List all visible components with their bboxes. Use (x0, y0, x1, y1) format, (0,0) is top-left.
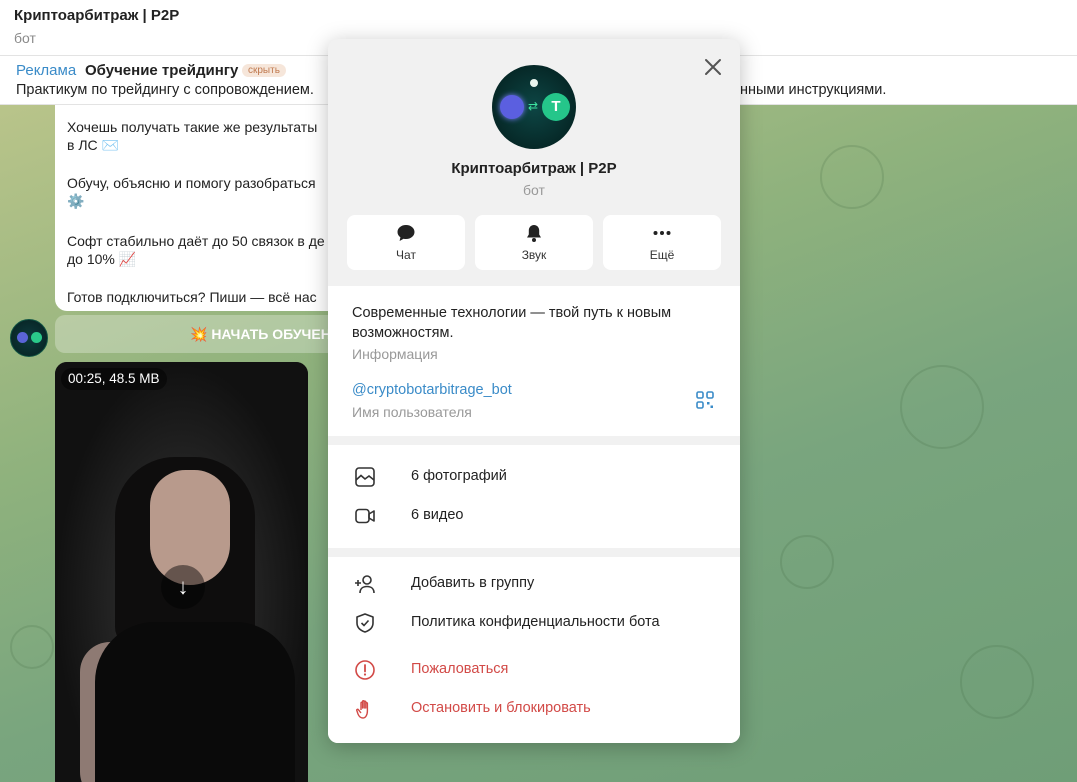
chat-subtitle: бот (14, 30, 36, 46)
bell-icon (527, 225, 541, 242)
background-doodle (900, 365, 984, 449)
close-icon[interactable] (702, 56, 724, 78)
sender-avatar[interactable] (10, 319, 48, 357)
ad-text: Практикум по трейдингу с сопровождением. (16, 82, 314, 98)
about-text: Современные технологии — твой путь к нов… (352, 305, 672, 341)
usdt-coin-icon (31, 332, 42, 343)
message-line: ⚙️ (67, 193, 85, 209)
background-doodle (10, 625, 54, 669)
background-doodle (960, 645, 1034, 719)
photos-row[interactable]: 6 фотографий (328, 459, 740, 495)
message-line: до 10% 📈 (67, 251, 137, 267)
add-to-group-row[interactable]: Добавить в группу (328, 566, 740, 602)
report-row[interactable]: Пожаловаться (328, 652, 740, 688)
about-caption: Информация (352, 346, 438, 362)
exchange-arrows-icon: ⇄ (528, 99, 539, 113)
ad-tag: Реклама (16, 62, 77, 79)
hand-stop-icon (356, 700, 369, 719)
username-caption: Имя пользователя (352, 404, 472, 420)
chat-button[interactable]: Чат (347, 215, 465, 270)
add-user-icon (355, 575, 375, 594)
shield-icon (356, 613, 374, 633)
message-line: Обучу, объясню и помогу разобраться (67, 175, 316, 191)
photo-icon (355, 467, 375, 487)
video-icon (355, 508, 375, 524)
more-button-label: Ещё (649, 248, 675, 262)
add-to-group-label: Добавить в группу (411, 575, 535, 591)
download-arrow-icon[interactable]: ↓ (161, 565, 205, 609)
background-doodle (780, 535, 834, 589)
start-training-label: 💥 НАЧАТЬ ОБУЧЕН (190, 326, 331, 342)
chat-icon (397, 225, 415, 241)
message-line: Готов подключиться? Пиши — всё нас (67, 289, 317, 305)
video-message[interactable]: 00:25, 48.5 MB ↓ (55, 362, 308, 782)
report-label: Пожаловаться (411, 661, 509, 677)
qr-code-icon[interactable] (696, 391, 714, 409)
bot-avatar[interactable]: ⇄ T (492, 65, 576, 149)
report-icon (355, 660, 375, 680)
more-icon (653, 231, 671, 235)
profile-name: Криптоарбитраж | P2P (451, 160, 617, 177)
sound-button-label: Звук (521, 248, 547, 262)
message-line: Хочешь получать такие же результаты (67, 119, 318, 135)
ad-title: Обучение трейдингу (85, 62, 239, 79)
username-link[interactable]: @cryptobotarbitrage_bot (352, 382, 512, 398)
videos-row[interactable]: 6 видео (328, 498, 740, 534)
stop-and-block-label: Остановить и блокировать (411, 700, 591, 716)
video-person-shirt (95, 622, 295, 782)
videos-label: 6 видео (411, 507, 464, 523)
eth-coin-icon (500, 95, 524, 119)
chat-title: Криптоарбитраж | P2P (14, 7, 180, 24)
eth-coin-icon (17, 332, 28, 343)
usdt-coin-icon: T (542, 93, 570, 121)
start-training-button[interactable]: 💥 НАЧАТЬ ОБУЧЕН (55, 315, 345, 353)
background-doodle (820, 145, 884, 209)
actions-section: Добавить в группу Политика конфиденциаль… (328, 557, 740, 743)
avatar-dot-icon (530, 79, 538, 87)
ad-text-tail: нными инструкциями. (740, 82, 887, 98)
info-section: Современные технологии — твой путь к нов… (328, 286, 740, 436)
sound-button[interactable]: Звук (475, 215, 593, 270)
stop-and-block-row[interactable]: Остановить и блокировать (328, 691, 740, 727)
more-button[interactable]: Ещё (603, 215, 721, 270)
message-line: Софт стабильно даёт до 50 связок в де (67, 233, 325, 249)
message-bubble[interactable]: Хочешь получать такие же результаты в ЛС… (55, 105, 345, 311)
ad-hide-button[interactable]: скрыть (242, 64, 286, 77)
video-duration-size-badge: 00:25, 48.5 MB (61, 368, 167, 390)
media-section: 6 фотографий 6 видео (328, 445, 740, 548)
photos-label: 6 фотографий (411, 468, 507, 484)
profile-role: бот (523, 182, 545, 198)
privacy-policy-row[interactable]: Политика конфиденциальности бота (328, 605, 740, 641)
privacy-policy-label: Политика конфиденциальности бота (411, 614, 660, 630)
bot-profile-modal: ⇄ T Криптоарбитраж | P2P бот Чат Звук Ещ… (328, 39, 740, 743)
chat-button-label: Чат (396, 248, 416, 262)
message-line: в ЛС ✉️ (67, 137, 119, 153)
